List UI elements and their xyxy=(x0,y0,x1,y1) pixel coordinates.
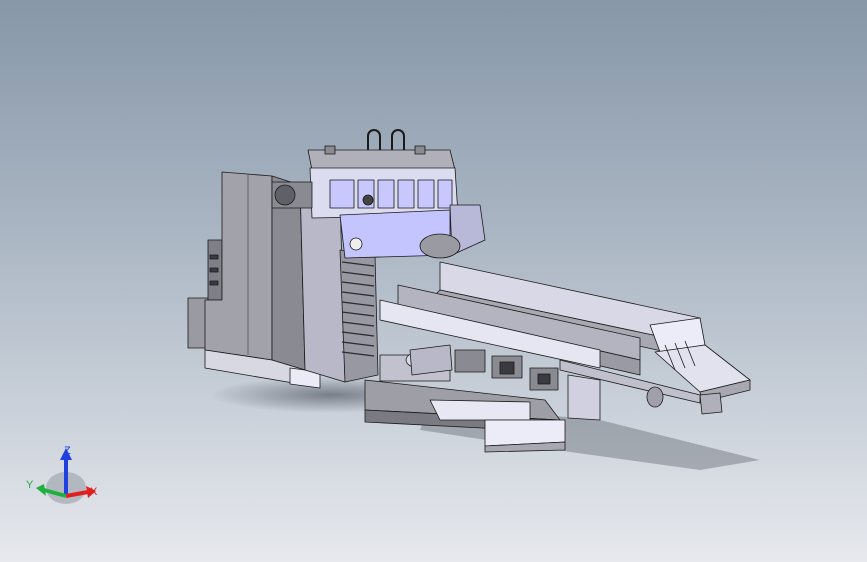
spindle-head-top xyxy=(307,129,456,171)
right-pedestal xyxy=(567,374,601,421)
cnc-machine-model[interactable] xyxy=(0,0,867,562)
z-axis-label: Z xyxy=(64,445,71,457)
head-motor xyxy=(271,181,313,209)
graphics-viewport[interactable]: Z X Y xyxy=(0,0,867,562)
y-axis-label: Y xyxy=(26,479,34,491)
orientation-triad[interactable]: Z X Y xyxy=(18,440,108,510)
y-axis-arrowhead xyxy=(36,484,46,496)
machine-base xyxy=(364,379,566,453)
x-axis-label: X xyxy=(90,486,98,498)
